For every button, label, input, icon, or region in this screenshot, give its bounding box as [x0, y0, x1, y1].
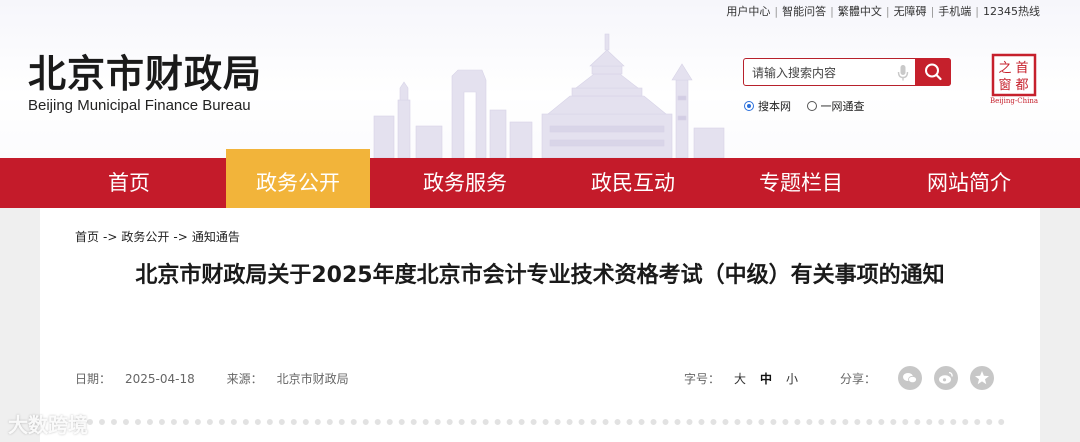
site-logo[interactable]: 北京市财政局 Beijing Municipal Finance Bureau: [28, 54, 262, 114]
weibo-share-icon[interactable]: [934, 366, 958, 390]
search-icon: [925, 63, 942, 81]
favorite-share-icon[interactable]: [970, 366, 994, 390]
breadcrumb-separator: ->: [103, 230, 118, 244]
scope-network-radio[interactable]: 一网通查: [806, 98, 865, 114]
wechat-share-icon[interactable]: [898, 366, 922, 390]
nav-item-home[interactable]: 首页: [64, 158, 194, 208]
top-link-user-center[interactable]: 用户中心: [726, 5, 770, 18]
microphone-icon[interactable]: [896, 64, 910, 82]
main-nav: 首页 政务公开 政务服务 政民互动 专题栏目 网站简介: [0, 149, 1080, 208]
beijing-skyline-illustration: [373, 33, 725, 158]
article-meta: 日期： 2025-04-18 来源： 北京市财政局: [75, 370, 377, 387]
logo-en: Beijing Municipal Finance Bureau: [28, 97, 251, 114]
nav-item-gov-affairs-open[interactable]: 政务公开: [226, 149, 370, 208]
star-icon: [975, 371, 989, 385]
breadcrumb-notices[interactable]: 通知通告: [192, 230, 240, 244]
logo-cn: 北京市财政局: [28, 52, 263, 96]
nav-item-about-site[interactable]: 网站简介: [904, 158, 1034, 208]
watermark-text: 大数跨境: [8, 413, 88, 437]
breadcrumb-gov-affairs[interactable]: 政务公开: [121, 230, 169, 244]
font-size-label: 字号：: [684, 372, 721, 386]
weibo-icon: [939, 371, 953, 384]
article-panel: 首页 -> 政务公开 -> 通知通告 北京市财政局关于2025年度北京市会计专业技术资格…: [40, 208, 1040, 442]
wechat-icon: [903, 373, 917, 384]
article-title: 北京市财政局关于2025年度北京市会计专业技术资格考试（中级）有关事项的通知: [135, 263, 945, 288]
search-button[interactable]: [915, 58, 951, 86]
scope-site-label: 搜本网: [758, 100, 791, 113]
nav-item-special-topics[interactable]: 专题栏目: [736, 158, 866, 208]
top-link-hotline[interactable]: 12345热线: [983, 5, 1040, 18]
font-size-controls: 字号： 大中小: [684, 370, 798, 387]
top-links: 用户中心 | 智能问答 | 繁體中文 | 无障碍 | 手机端 | 12345热线: [726, 5, 1040, 18]
svg-text:窗: 窗: [998, 77, 1011, 93]
site-header: 用户中心 | 智能问答 | 繁體中文 | 无障碍 | 手机端 | 12345热线 北京市财政局 Be…: [0, 0, 1080, 158]
dotted-divider: [75, 419, 1005, 425]
search-scope: 搜本网 一网通查: [744, 98, 877, 114]
breadcrumb: 首页 -> 政务公开 -> 通知通告: [75, 228, 240, 245]
article-source: 北京市财政局: [276, 372, 349, 386]
svg-text:都: 都: [1015, 78, 1028, 93]
search-box: [743, 58, 951, 86]
font-size-small-button[interactable]: 小: [786, 372, 798, 386]
capital-window-seal-logo[interactable]: 首 都 之 窗 Beijing-China: [989, 53, 1039, 105]
top-link-mobile[interactable]: 手机端: [938, 5, 971, 18]
svg-text:Beijing-China: Beijing-China: [990, 97, 1038, 105]
svg-text:之: 之: [998, 61, 1011, 76]
breadcrumb-separator: ->: [173, 230, 188, 244]
source-label: 来源：: [226, 372, 263, 386]
radio-unselected-icon: [806, 101, 817, 111]
top-link-accessibility[interactable]: 无障碍: [894, 5, 927, 18]
font-size-medium-button[interactable]: 中: [760, 372, 772, 386]
search-input[interactable]: [750, 62, 894, 84]
nav-item-interaction[interactable]: 政民互动: [568, 158, 698, 208]
nav-item-gov-services[interactable]: 政务服务: [400, 158, 530, 208]
article-date: 2025-04-18: [125, 372, 195, 386]
share-label: 分享：: [840, 372, 877, 386]
top-link-traditional-chinese[interactable]: 繁體中文: [838, 5, 882, 18]
date-label: 日期：: [75, 372, 112, 386]
scope-site-radio[interactable]: 搜本网: [744, 98, 791, 114]
svg-text:首: 首: [1015, 61, 1028, 76]
breadcrumb-home[interactable]: 首页: [75, 230, 99, 244]
font-size-large-button[interactable]: 大: [734, 372, 746, 386]
top-link-smart-qa[interactable]: 智能问答: [782, 5, 826, 18]
scope-network-label: 一网通查: [820, 100, 865, 113]
radio-selected-icon: [744, 101, 754, 111]
